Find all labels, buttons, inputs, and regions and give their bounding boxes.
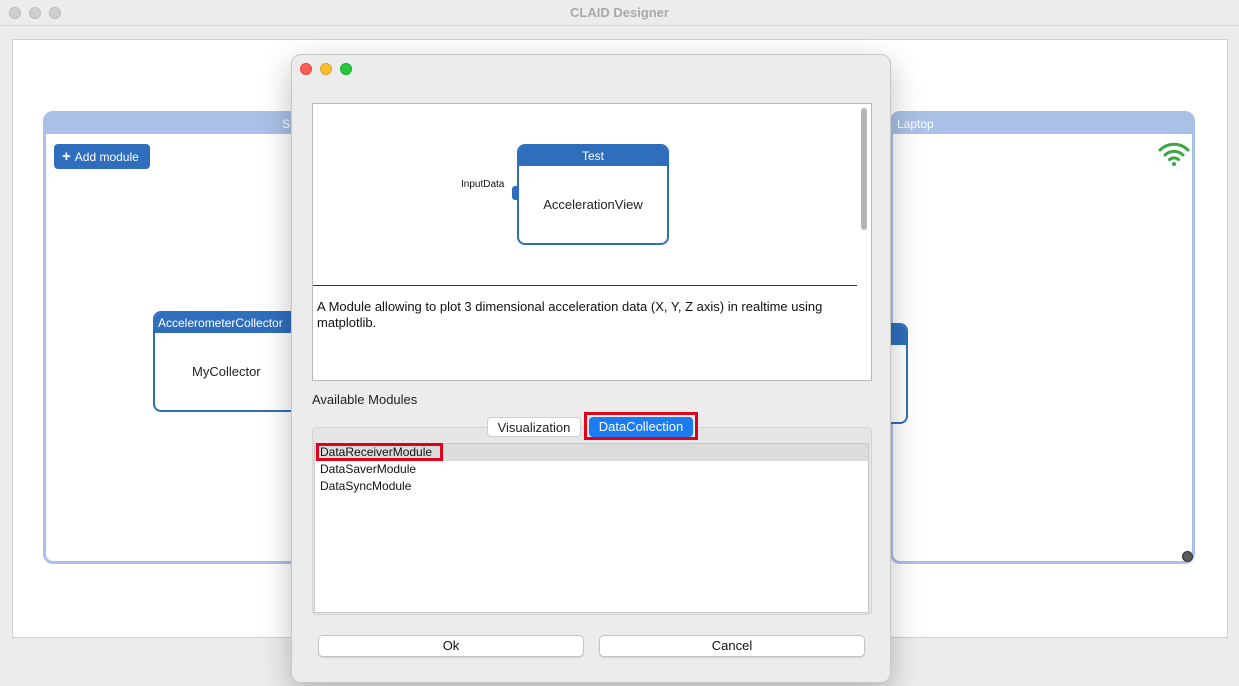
preview-module: Test AccelerationView: [517, 144, 669, 245]
preview-divider: [313, 285, 857, 286]
list-item-datasavermodule[interactable]: DataSaverModule: [315, 461, 868, 478]
add-module-dialog: InputData Test AccelerationView A Module…: [291, 54, 891, 683]
highlight-item-box: [316, 443, 443, 461]
resize-handle[interactable]: [1182, 551, 1193, 562]
preview-scrollbar[interactable]: [861, 108, 867, 230]
available-modules-label: Available Modules: [312, 392, 418, 407]
cancel-button[interactable]: Cancel: [599, 635, 865, 657]
add-module-label: Add module: [74, 150, 139, 164]
module-list[interactable]: DataReceiverModule DataSaverModule DataS…: [314, 443, 869, 613]
host-laptop-label: Laptop: [897, 117, 934, 131]
tab-visualization[interactable]: Visualization: [487, 417, 581, 437]
module-description: A Module allowing to plot 3 dimensional …: [317, 299, 823, 330]
module-preview-panel[interactable]: InputData Test AccelerationView A Module…: [312, 103, 872, 381]
module-type-label: AccelerometerCollector: [155, 313, 301, 333]
add-module-button[interactable]: + Add module: [54, 144, 150, 169]
wifi-icon: [1158, 142, 1190, 166]
host-laptop[interactable]: Laptop: [890, 111, 1195, 564]
window-title: CLAID Designer: [570, 5, 669, 20]
input-port-label: InputData: [461, 179, 505, 190]
host-left-label: S: [282, 117, 291, 131]
host-left-header: S: [46, 114, 310, 134]
highlight-tab-box: [584, 412, 698, 440]
list-item-datasyncmodule[interactable]: DataSyncModule: [315, 478, 868, 495]
plus-icon: +: [62, 148, 71, 165]
host-laptop-header: Laptop: [893, 114, 1192, 134]
module-accelerometer-collector[interactable]: AccelerometerCollector MyCollector: [153, 311, 303, 412]
ok-button[interactable]: Ok: [318, 635, 584, 657]
window-titlebar: CLAID Designer: [0, 0, 1239, 26]
dialog-close-button[interactable]: [300, 63, 312, 75]
dialog-minimize-button[interactable]: [320, 63, 332, 75]
preview-module-type: Test: [519, 146, 667, 166]
preview-module-name: AccelerationView: [543, 197, 643, 212]
module-name-label: MyCollector: [192, 364, 261, 379]
dialog-zoom-button[interactable]: [340, 63, 352, 75]
